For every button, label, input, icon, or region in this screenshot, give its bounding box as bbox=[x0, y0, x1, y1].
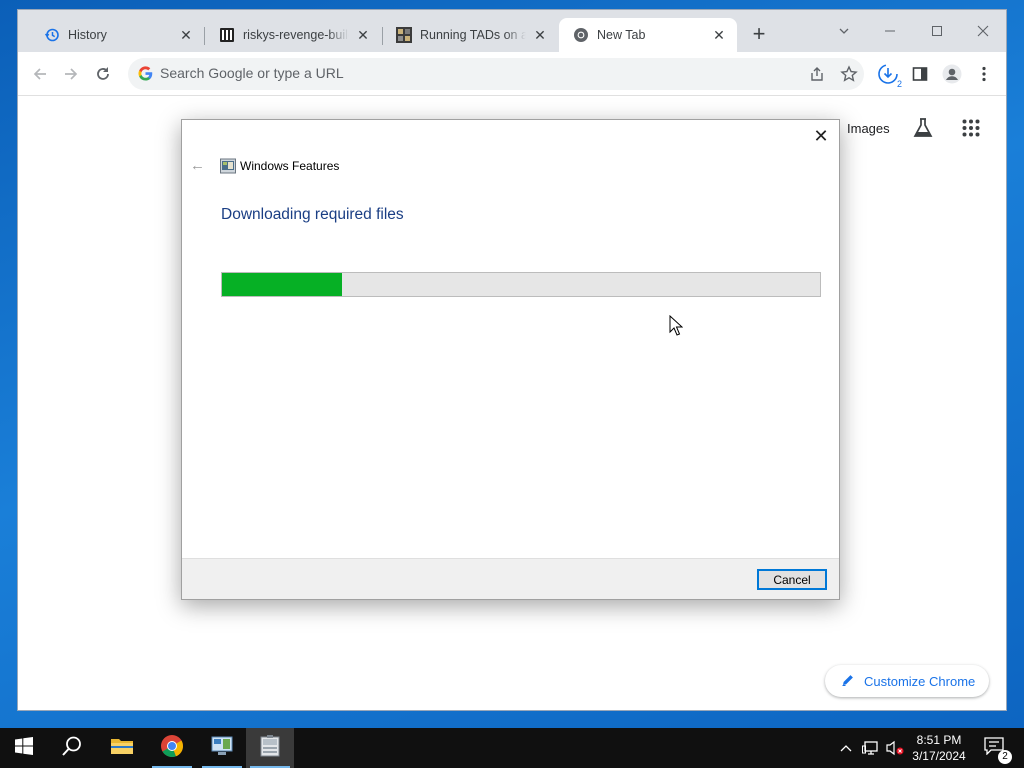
site-favicon-icon bbox=[396, 27, 412, 43]
chrome-taskbar-button[interactable] bbox=[148, 728, 196, 768]
tab-history[interactable]: History ✕ bbox=[30, 18, 204, 52]
notification-count-badge: 2 bbox=[998, 749, 1012, 764]
forward-icon[interactable] bbox=[58, 61, 84, 87]
close-icon[interactable]: ✕ bbox=[811, 126, 831, 146]
dialog-title: Windows Features bbox=[240, 159, 340, 173]
volume-muted-icon[interactable] bbox=[884, 728, 906, 768]
close-icon[interactable]: ✕ bbox=[355, 27, 371, 43]
search-icon bbox=[61, 735, 83, 762]
dialog-footer: Cancel bbox=[182, 558, 839, 599]
close-window-icon[interactable] bbox=[969, 18, 997, 46]
network-icon[interactable] bbox=[860, 728, 882, 768]
progress-fill bbox=[222, 273, 342, 296]
bookmark-star-icon[interactable] bbox=[840, 65, 858, 83]
tab-new-tab[interactable]: New Tab ✕ bbox=[559, 18, 737, 52]
google-apps-icon[interactable] bbox=[962, 119, 980, 142]
tab-running-tads[interactable]: Running TADs on a re ✕ bbox=[382, 18, 558, 52]
mouse-cursor-icon bbox=[669, 314, 684, 341]
tab-title: Running TADs on a re bbox=[420, 28, 526, 42]
maximize-icon[interactable] bbox=[923, 18, 951, 46]
omnibox-placeholder: Search Google or type a URL bbox=[160, 65, 344, 81]
tab-title: New Tab bbox=[597, 28, 646, 42]
omnibox[interactable]: Search Google or type a URL bbox=[128, 58, 864, 90]
new-tab-button[interactable]: + bbox=[746, 22, 772, 48]
search-button[interactable] bbox=[48, 728, 96, 768]
windows-features-taskbar-button[interactable] bbox=[246, 728, 294, 768]
chrome-menu-icon[interactable] bbox=[971, 61, 997, 87]
browser-toolbar: Search Google or type a URL 2 bbox=[18, 52, 1006, 96]
back-arrow-icon[interactable]: ← bbox=[190, 157, 205, 174]
downloads-icon[interactable]: 2 bbox=[875, 61, 902, 89]
tab-strip: History ✕ riskys-revenge-builds ✕ Runnin… bbox=[18, 10, 1006, 52]
customize-chrome-button[interactable]: Customize Chrome bbox=[825, 665, 989, 697]
close-icon[interactable]: ✕ bbox=[711, 27, 727, 43]
clock-date: 3/17/2024 bbox=[912, 749, 966, 763]
pencil-icon bbox=[841, 673, 855, 690]
back-icon[interactable] bbox=[27, 61, 53, 87]
tab-title: History bbox=[68, 28, 107, 42]
taskbar-clock[interactable]: 8:51 PM 3/17/2024 bbox=[906, 732, 972, 764]
tab-title: riskys-revenge-builds bbox=[243, 28, 349, 42]
reload-icon[interactable] bbox=[90, 61, 116, 87]
cancel-button[interactable]: Cancel bbox=[757, 569, 827, 590]
control-panel-taskbar-button[interactable] bbox=[198, 728, 246, 768]
windows-features-dialog: ✕ ← Windows Features Downloading require… bbox=[181, 119, 840, 600]
share-icon[interactable] bbox=[808, 65, 826, 83]
profile-avatar-icon[interactable] bbox=[939, 61, 965, 87]
labs-flask-icon[interactable] bbox=[912, 117, 934, 144]
close-icon[interactable]: ✕ bbox=[532, 27, 548, 43]
images-link[interactable]: Images bbox=[847, 121, 890, 136]
tab-search-icon[interactable] bbox=[830, 18, 858, 46]
show-hidden-icons-button[interactable] bbox=[836, 728, 856, 768]
chrome-icon bbox=[160, 734, 184, 763]
tab-riskys-revenge[interactable]: riskys-revenge-builds ✕ bbox=[205, 18, 381, 52]
history-icon bbox=[44, 27, 60, 43]
minimize-icon[interactable] bbox=[876, 18, 904, 46]
downloads-count: 2 bbox=[896, 79, 902, 89]
taskbar: 8:51 PM 3/17/2024 2 bbox=[0, 728, 1024, 768]
start-button[interactable] bbox=[0, 728, 48, 768]
control-panel-icon bbox=[210, 735, 234, 762]
windows-logo-icon bbox=[15, 736, 33, 760]
chrome-icon bbox=[573, 27, 589, 43]
github-icon bbox=[219, 27, 235, 43]
clock-time: 8:51 PM bbox=[916, 733, 962, 747]
google-g-icon bbox=[138, 66, 153, 86]
side-panel-icon[interactable] bbox=[907, 61, 933, 87]
download-progress-bar bbox=[221, 272, 821, 297]
folder-icon bbox=[110, 736, 134, 761]
notifications-icon: 2 bbox=[984, 736, 1012, 764]
windows-features-icon bbox=[260, 734, 280, 762]
windows-features-icon bbox=[220, 158, 236, 174]
dialog-heading: Downloading required files bbox=[221, 206, 404, 223]
customize-chrome-label: Customize Chrome bbox=[864, 673, 976, 689]
close-icon[interactable]: ✕ bbox=[178, 27, 194, 43]
action-center-button[interactable]: 2 bbox=[978, 728, 1012, 768]
file-explorer-button[interactable] bbox=[98, 728, 146, 768]
